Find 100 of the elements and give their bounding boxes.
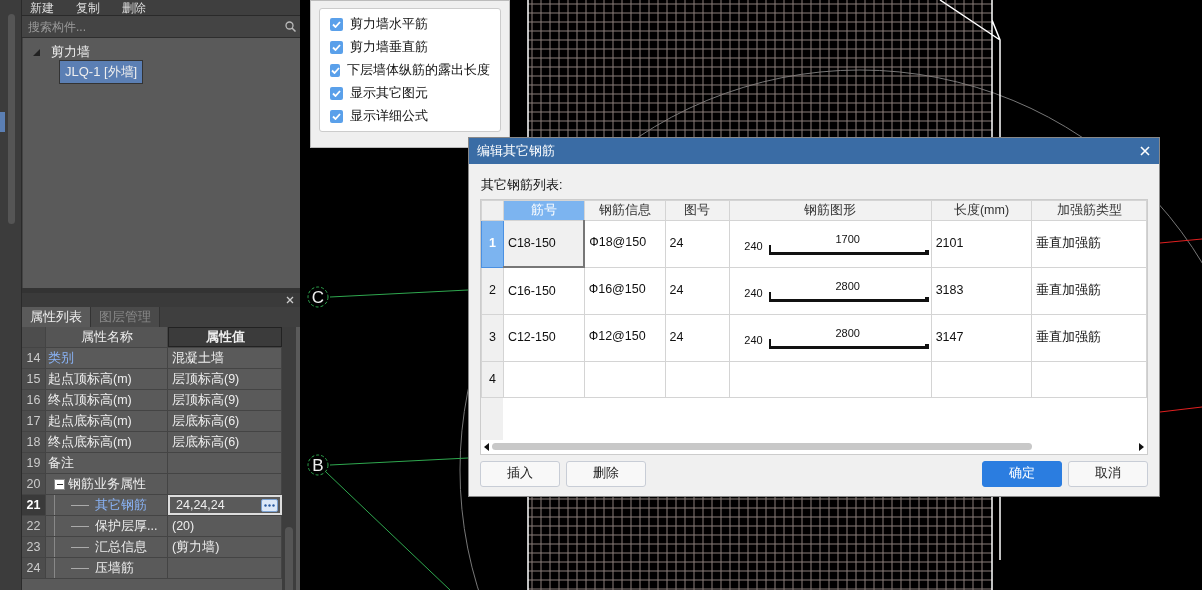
axis-label: C (307, 286, 329, 308)
row-header[interactable]: 3 (481, 314, 504, 362)
close-button[interactable] (1139, 145, 1151, 157)
option-label: 显示其它图元 (350, 84, 428, 102)
close-icon[interactable] (286, 296, 294, 304)
property-name: 起点顶标高(m) (48, 370, 132, 388)
tree-line (71, 546, 89, 548)
row-header-gutter (481, 397, 503, 440)
column-header[interactable]: 加强筋类型 (1031, 200, 1147, 221)
row-number: 24 (22, 558, 46, 578)
table-cell[interactable]: 3147 (931, 314, 1032, 362)
dimension-text: 1700 (835, 232, 860, 245)
table-cell[interactable] (665, 361, 730, 398)
toolbar-button[interactable]: 复制 (76, 0, 100, 15)
checkbox[interactable] (330, 86, 343, 100)
property-name: 类别 (48, 349, 74, 367)
table-cell[interactable]: 24 (665, 314, 730, 362)
table-cell[interactable] (729, 361, 932, 398)
collapse-toggle[interactable] (54, 478, 65, 490)
checkbox[interactable] (330, 17, 343, 31)
row-number: 17 (22, 411, 46, 431)
toolbar-button[interactable]: 新建 (30, 0, 54, 15)
table-cell[interactable]: 垂直加强筋 (1031, 267, 1147, 315)
table-cell[interactable]: Ф16@150 (584, 267, 666, 315)
column-header[interactable]: 长度(mm) (931, 200, 1032, 221)
table-cell[interactable]: C16-150 (503, 267, 585, 315)
tree-line (71, 567, 89, 569)
table-cell[interactable]: 2101 (931, 220, 1032, 268)
dimension-text: 2800 (835, 326, 860, 339)
grid-line (1159, 238, 1202, 244)
ellipsis-icon (264, 503, 275, 507)
table-cell[interactable]: 24 (665, 220, 730, 268)
table-cell[interactable]: 3183 (931, 267, 1032, 315)
row-header[interactable]: 2 (481, 267, 504, 315)
row-number: 22 (22, 516, 46, 536)
checkbox[interactable] (330, 40, 343, 54)
option-label: 剪力墙垂直筋 (350, 38, 428, 56)
dialog-button[interactable]: 取消 (1068, 460, 1148, 487)
scrollbar-thumb[interactable] (285, 527, 293, 590)
option-label: 下层墙体纵筋的露出长度 (347, 61, 490, 79)
value-editor[interactable]: 24,24,24 (168, 495, 282, 515)
row-number: 16 (22, 390, 46, 410)
table-cell[interactable]: 垂直加强筋 (1031, 220, 1147, 268)
dialog-button[interactable]: 删除 (566, 460, 646, 487)
list-label: 其它钢筋列表: (481, 177, 564, 194)
table-cell[interactable]: Ф12@150 (584, 314, 666, 362)
property-name: 压墙筋 (95, 559, 134, 577)
row-number: 23 (22, 537, 46, 557)
dialog-button[interactable]: 确定 (982, 460, 1062, 487)
ellipsis-button[interactable] (261, 498, 278, 512)
row-number: 15 (22, 369, 46, 389)
property-name: 汇总信息 (95, 538, 147, 556)
dimension-text: 2800 (835, 279, 860, 292)
property-name: 保护层厚... (95, 517, 158, 535)
column-header[interactable]: 钢筋图形 (729, 200, 932, 221)
option-label: 显示详细公式 (350, 107, 428, 125)
table-cell[interactable]: 24 (665, 267, 730, 315)
row-number: 18 (22, 432, 46, 452)
row-header[interactable]: 4 (481, 361, 504, 398)
dimension-text: 240 (744, 286, 763, 302)
scrollbar-track[interactable] (282, 327, 296, 590)
scroll-left-icon[interactable] (484, 442, 489, 451)
checkbox[interactable] (330, 109, 343, 123)
property-name: 终点顶标高(m) (48, 391, 132, 409)
property-name: 起点底标高(m) (48, 412, 132, 430)
table-cell[interactable] (931, 361, 1032, 398)
row-number: 14 (22, 348, 46, 368)
table-cell[interactable]: C18-150 (503, 220, 585, 268)
expanded-triangle-icon[interactable] (33, 48, 40, 56)
property-name: 备注 (48, 454, 74, 472)
search-icon[interactable] (285, 21, 296, 32)
dialog-button[interactable]: 插入 (480, 460, 560, 487)
property-name: 其它钢筋 (95, 496, 147, 514)
property-name: 终点底标高(m) (48, 433, 132, 451)
table-cell[interactable]: C12-150 (503, 314, 585, 362)
panel-tab[interactable]: 属性列表 (22, 307, 91, 327)
option-label: 剪力墙水平筋 (350, 15, 428, 33)
table-cell[interactable]: Ф18@150 (584, 220, 666, 268)
scrollbar-thumb[interactable] (8, 14, 15, 224)
column-header: 属性名称 (46, 327, 168, 347)
value-text: 24,24,24 (176, 497, 225, 513)
tree-line (71, 504, 89, 506)
scrollbar-thumb[interactable] (492, 443, 1032, 451)
selection-marker (0, 112, 5, 132)
property-name: 钢筋业务属性 (68, 475, 146, 493)
table-cell[interactable] (584, 361, 666, 398)
table-cell[interactable] (1031, 361, 1147, 398)
checkbox[interactable] (330, 63, 340, 77)
axis-label: B (307, 454, 329, 476)
tree-item[interactable]: 剪力墙 (46, 41, 95, 63)
table-cell[interactable] (503, 361, 585, 398)
dimension-text: 240 (744, 239, 763, 255)
tree-item[interactable]: JLQ-1 [外墙] (59, 60, 144, 84)
column-header[interactable]: 钢筋信息 (584, 200, 666, 221)
dialog-title: 编辑其它钢筋 (477, 142, 555, 161)
scroll-right-icon[interactable] (1139, 442, 1144, 451)
table-cell[interactable]: 垂直加强筋 (1031, 314, 1147, 362)
toolbar-button[interactable]: 删除 (122, 0, 146, 15)
row-number: 20 (22, 474, 46, 494)
column-header[interactable]: 图号 (665, 200, 730, 221)
